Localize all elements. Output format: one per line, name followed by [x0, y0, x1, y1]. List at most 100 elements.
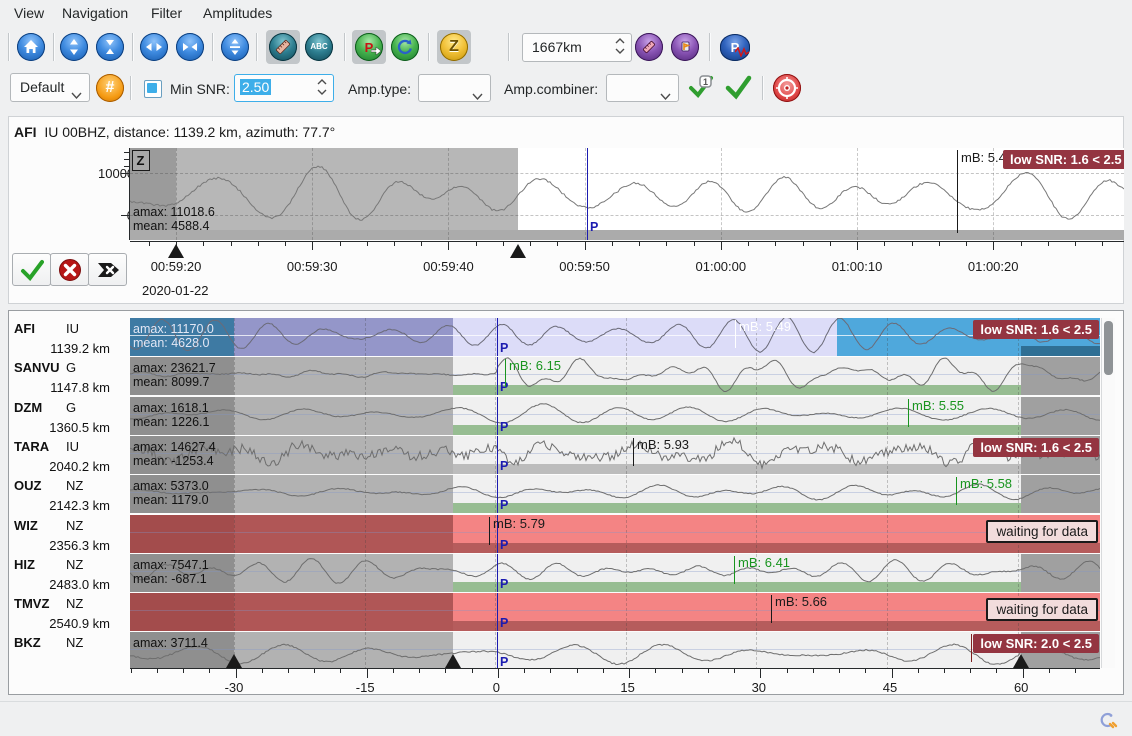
time-zoom-out-button[interactable]	[140, 33, 168, 61]
window-end-handle[interactable]	[510, 244, 526, 258]
mb-amplitude-marker[interactable]	[505, 359, 506, 387]
amp-type-combobox[interactable]	[418, 74, 491, 102]
min-snr-spinbox[interactable]: 2.50	[234, 74, 334, 102]
ruler-icon	[273, 37, 293, 57]
skip-trace-button[interactable]	[88, 253, 127, 286]
record-row-WIZ[interactable]: PmB: 5.79waiting for data	[130, 515, 1100, 553]
trace-zone	[130, 593, 234, 631]
record-row-OUZ[interactable]: amax: 5373.0mean: 1179.0PmB: 5.58	[130, 475, 1100, 513]
record-row-AFI[interactable]: amax: 11170.0mean: 4628.0PmB: 5.49low SN…	[130, 318, 1100, 356]
gridline	[626, 593, 627, 631]
pick-amplitude-button[interactable]: P	[355, 33, 383, 61]
spin-down-icon	[317, 89, 327, 95]
mb-amplitude-marker[interactable]	[489, 517, 490, 545]
p-pick-marker[interactable]	[497, 475, 498, 513]
p-pick-marker[interactable]	[497, 436, 498, 474]
record-row-TARA[interactable]: amax: 14627.4mean: -1253.4PmB: 5.93low S…	[130, 436, 1100, 474]
amp-combiner-combobox[interactable]	[606, 74, 679, 102]
profile-combobox[interactable]: Default	[10, 73, 90, 102]
signal-window-strip	[453, 543, 1100, 553]
axis-tick	[996, 668, 997, 673]
z-component-button[interactable]: Z	[440, 33, 468, 61]
axis-tick	[577, 668, 578, 673]
records-scrollbar[interactable]	[1101, 318, 1115, 668]
record-row-TMVZ[interactable]: PmB: 5.66waiting for data	[130, 593, 1100, 631]
p-pick-marker[interactable]	[497, 357, 498, 395]
mean-label: mean: 4628.0	[133, 336, 209, 350]
zoom-trace-canvas[interactable]: Z amax: 11018.6 mean: 4588.4 P mB: 5.4 l…	[130, 148, 1124, 240]
record-row-SANVU[interactable]: amax: 23621.7mean: 8099.7PmB: 6.15	[130, 357, 1100, 395]
home-view-button[interactable]	[17, 33, 45, 61]
recompute-amplitudes-button[interactable]	[391, 33, 419, 61]
window-start-handle[interactable]	[168, 244, 184, 258]
component-z-button[interactable]: Z	[132, 150, 150, 171]
connection-status-icon[interactable]	[1098, 711, 1118, 736]
amax-label: amax: 11018.6	[133, 205, 215, 219]
record-rows-area: amax: 11170.0mean: 4628.0PmB: 5.49low SN…	[130, 318, 1100, 668]
signal-end-handle[interactable]	[1013, 654, 1029, 668]
p-pick-marker[interactable]	[587, 148, 588, 240]
amax-label: amax: 5373.0	[133, 479, 209, 493]
mb-amplitude-label: mB: 5.79	[493, 516, 545, 531]
time-tick-label: 00:59:30	[287, 259, 338, 274]
mb-amplitude-marker[interactable]	[908, 399, 909, 427]
show-picker-button[interactable]: P	[720, 34, 750, 61]
relocate-button[interactable]	[773, 74, 801, 102]
mb-amplitude-marker[interactable]	[734, 556, 735, 584]
p-pick-label: P	[500, 341, 508, 355]
axis-tick	[813, 668, 814, 673]
mb-amplitude-marker[interactable]	[956, 477, 957, 505]
apply-amplitude-button[interactable]: 1	[688, 74, 718, 102]
amplitude-zoom-in-button[interactable]	[96, 33, 124, 61]
record-row-BKZ[interactable]: amax: 3711.4PmB: 6.13low SNR: 2.0 < 2.5	[130, 632, 1100, 668]
axis-tick	[1021, 241, 1022, 246]
mb-amplitude-marker[interactable]	[735, 320, 736, 348]
menu-amplitudes[interactable]: Amplitudes	[203, 5, 272, 21]
network-code: NZ	[66, 557, 83, 572]
amplitude-zoom-out-button[interactable]	[60, 33, 88, 61]
spin-arrows[interactable]	[615, 38, 625, 54]
mb-amplitude-marker[interactable]	[771, 595, 772, 623]
spin-arrows[interactable]	[317, 79, 327, 95]
amp-combiner-label: Amp.combiner:	[504, 81, 598, 97]
network-code: NZ	[66, 596, 83, 611]
axis-tick	[629, 668, 630, 678]
record-row-DZM[interactable]: amax: 1618.1mean: 1226.1PmB: 5.55	[130, 397, 1100, 435]
reset-pick-button[interactable]	[50, 253, 89, 286]
menu-navigation[interactable]: Navigation	[62, 5, 128, 21]
mb-amplitude-marker[interactable]	[957, 150, 958, 233]
distance-label: 1147.8 km	[14, 380, 110, 395]
confirm-pick-button[interactable]	[12, 253, 51, 286]
p-pick-label: P	[500, 498, 508, 512]
p-pick-marker[interactable]	[497, 318, 498, 356]
axis-tick	[231, 241, 232, 246]
normalize-amplitudes-button[interactable]	[221, 33, 249, 61]
apply-all-amplitudes-button[interactable]	[724, 74, 754, 102]
pick-settings-button[interactable]	[671, 33, 699, 61]
station-code: HIZ	[14, 557, 35, 572]
time-zoom-in-button[interactable]	[176, 33, 204, 61]
spin-up-icon	[615, 38, 625, 44]
distance-window-spinbox[interactable]: 1667km	[522, 33, 632, 62]
annotate-button[interactable]: ABC	[305, 33, 333, 61]
waveform	[130, 475, 1100, 513]
menu-view[interactable]: View	[14, 5, 44, 21]
p-pick-marker[interactable]	[497, 397, 498, 435]
p-pick-marker[interactable]	[497, 632, 498, 668]
measure-amplitude-button[interactable]	[269, 33, 297, 61]
profile-edit-button[interactable]: #	[96, 74, 124, 102]
menu-filter[interactable]: Filter	[151, 5, 182, 21]
mb-amplitude-marker[interactable]	[971, 634, 972, 662]
signal-start-handle[interactable]	[445, 654, 461, 668]
axis-tick	[884, 241, 885, 246]
p-pick-marker[interactable]	[497, 593, 498, 631]
min-snr-checkbox[interactable]	[144, 80, 162, 98]
offset-tick-label: 15	[620, 680, 634, 695]
waveform	[130, 436, 1100, 474]
records-scrollbar-thumb[interactable]	[1104, 321, 1113, 375]
noise-window-handle[interactable]	[226, 654, 242, 668]
p-pick-marker[interactable]	[497, 554, 498, 592]
measure-settings-button[interactable]	[635, 33, 663, 61]
record-row-HIZ[interactable]: amax: 7547.1mean: -687.1PmB: 6.41	[130, 554, 1100, 592]
mb-amplitude-marker[interactable]	[633, 438, 634, 466]
